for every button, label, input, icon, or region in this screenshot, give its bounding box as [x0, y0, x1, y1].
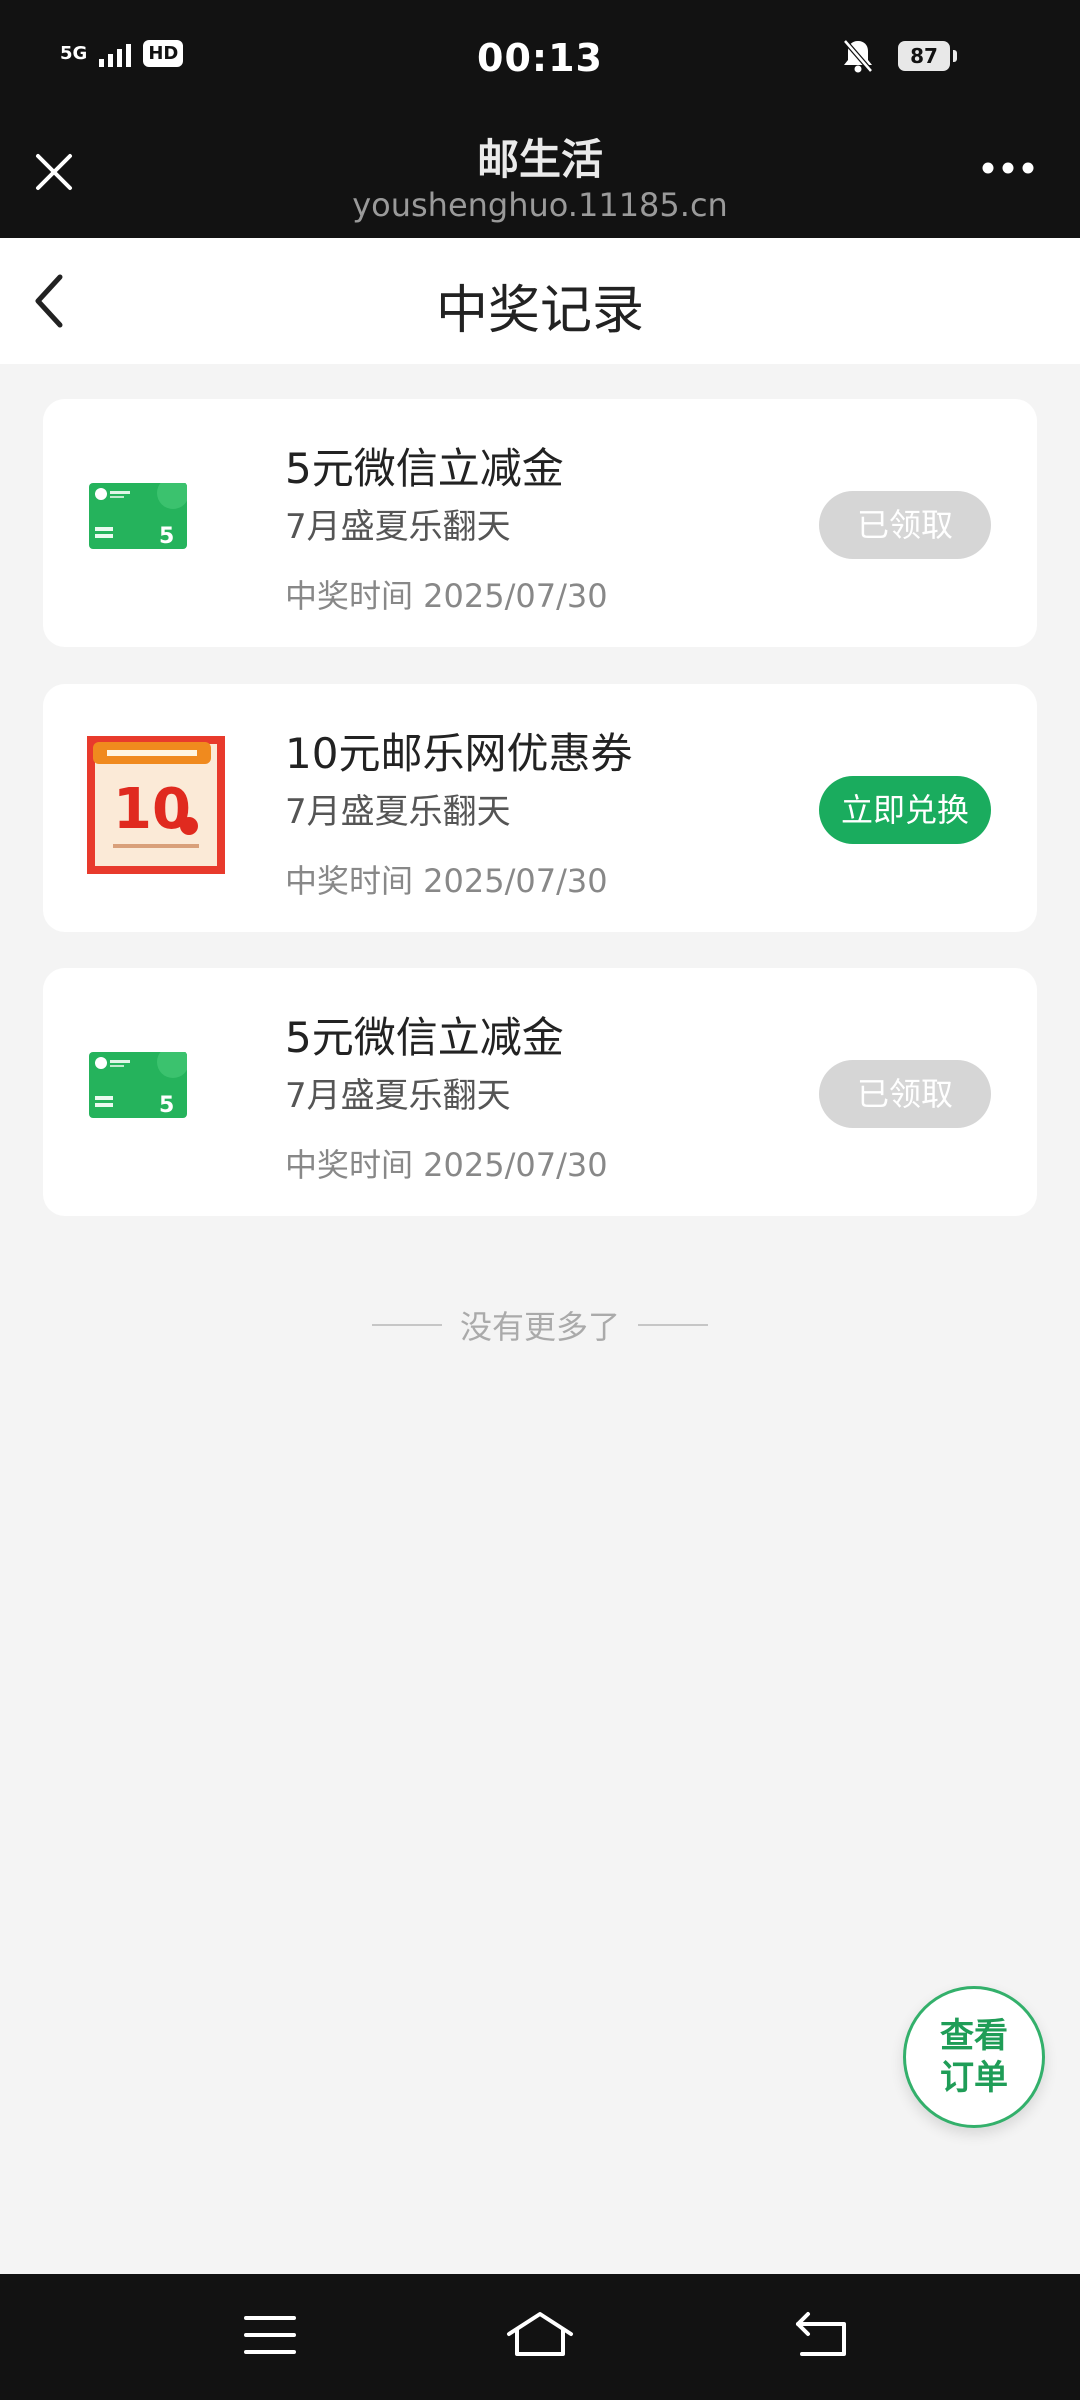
view-orders-label-line2: 订单 [940, 2058, 1008, 2098]
divider [638, 1324, 708, 1326]
page-header: 中奖记录 [0, 238, 1080, 364]
no-more-text: 没有更多了 [459, 1308, 620, 1346]
svg-text:5: 5 [159, 524, 174, 549]
more-icon[interactable] [980, 158, 1036, 178]
prize-record-card: 10 10元邮乐网优惠券 7月盛夏乐翻天 中奖时间 2025/07/30 立即兑… [43, 684, 1037, 932]
status-bar: 5G HD 00:13 87 [0, 0, 1080, 120]
campaign-name: 7月盛夏乐翻天 [285, 507, 511, 547]
claimed-button[interactable]: 已领取 [819, 491, 991, 559]
wechat-coupon-icon: 5 [89, 483, 187, 549]
app-title: 邮生活 [476, 135, 603, 184]
campaign-name: 7月盛夏乐翻天 [285, 1076, 511, 1116]
wechat-coupon-icon: 5 [89, 1052, 187, 1118]
battery-icon: 87 [898, 41, 957, 71]
win-time: 中奖时间 2025/07/30 [285, 862, 608, 900]
app-bar: 邮生活 youshenghuo.11185.cn [0, 120, 1080, 238]
svg-text:5: 5 [159, 1093, 174, 1118]
bell-muted-icon [843, 39, 873, 73]
svg-text:10: 10 [113, 777, 191, 842]
youle-coupon-icon: 10 [87, 736, 225, 874]
home-icon[interactable] [505, 2310, 575, 2360]
page-url: youshenghuo.11185.cn [352, 186, 728, 224]
page-title: 中奖记录 [435, 281, 644, 341]
prize-title: 5元微信立减金 [285, 1013, 564, 1062]
win-time: 中奖时间 2025/07/30 [285, 1146, 608, 1184]
prize-record-card: 5 5元微信立减金 7月盛夏乐翻天 中奖时间 2025/07/30 已领取 [43, 968, 1037, 1216]
campaign-name: 7月盛夏乐翻天 [285, 792, 511, 832]
win-time: 中奖时间 2025/07/30 [285, 577, 608, 615]
back-nav-icon[interactable] [792, 2310, 852, 2360]
prize-record-card: 5 5元微信立减金 7月盛夏乐翻天 中奖时间 2025/07/30 已领取 [43, 399, 1037, 647]
menu-icon[interactable] [240, 2310, 300, 2360]
claimed-button[interactable]: 已领取 [819, 1060, 991, 1128]
divider [371, 1324, 442, 1326]
view-orders-label-line1: 查看 [940, 2016, 1008, 2056]
redeem-now-button[interactable]: 立即兑换 [819, 776, 991, 844]
prize-title: 5元微信立减金 [285, 444, 564, 493]
navigation-bar [0, 2274, 1080, 2400]
end-of-list: 没有更多了 [0, 1302, 1080, 1348]
view-orders-button[interactable]: 查看 订单 [903, 1986, 1045, 2128]
prize-title: 10元邮乐网优惠券 [285, 729, 633, 778]
